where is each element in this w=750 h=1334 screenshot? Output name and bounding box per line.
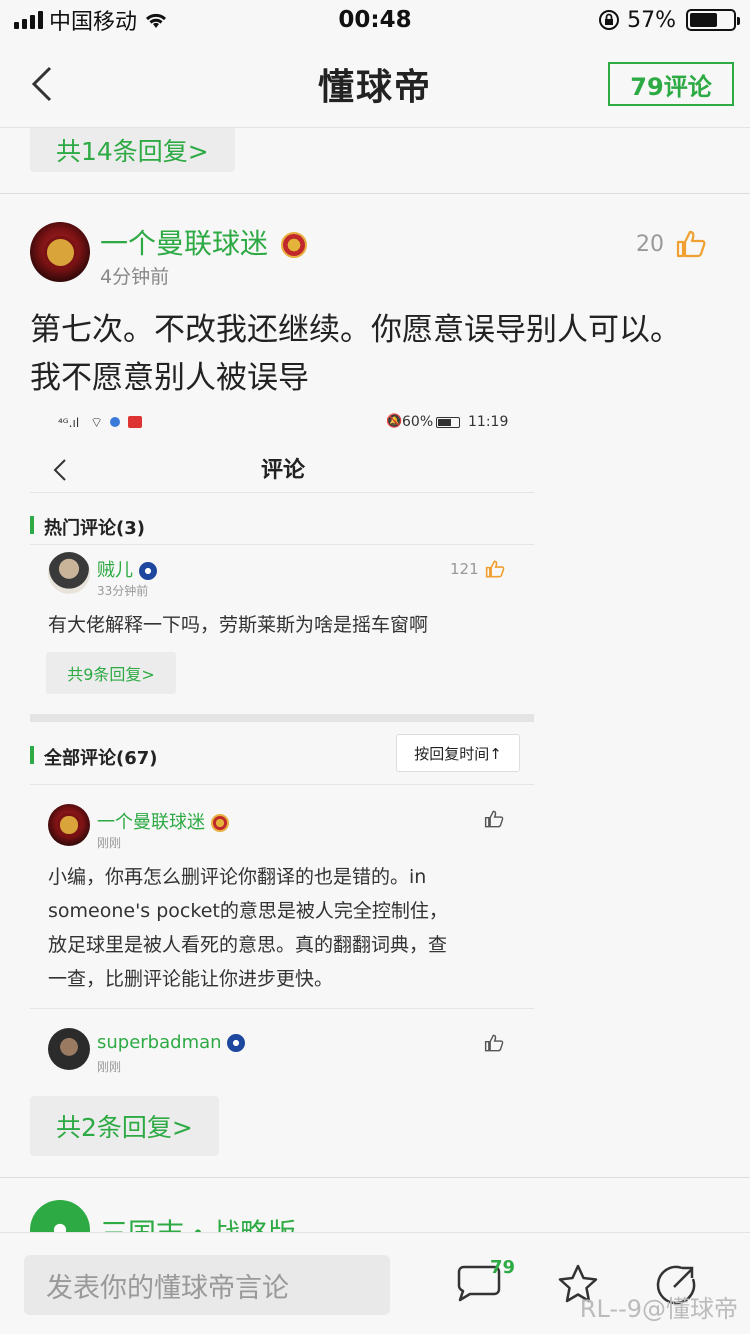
- all-section-label: 全部评论(67): [30, 744, 158, 770]
- divider: [0, 1177, 750, 1178]
- comment-username[interactable]: 一个曼联球迷: [100, 222, 307, 262]
- like-button[interactable]: 121: [450, 560, 505, 578]
- like-count: 20: [636, 231, 664, 257]
- comment2-timestamp: 刚刚: [97, 1060, 122, 1074]
- back-button[interactable]: [24, 64, 64, 104]
- section-separator: [30, 714, 534, 722]
- comment-badge: 79: [490, 1257, 516, 1278]
- reply-count-button[interactable]: 共2条回复>: [30, 1096, 219, 1156]
- comment-text-line: 我不愿意别人被误导: [30, 360, 309, 396]
- embedded-wifi-icon: ⌔: [90, 415, 104, 431]
- hot-reply-count-button[interactable]: 共9条回复>: [46, 652, 176, 694]
- team-badge-icon: [138, 562, 157, 580]
- comments-button[interactable]: 79: [456, 1257, 515, 1307]
- comment1-text: 小编，你再怎么删评论你翻译的也是错的。in someone's pocket的意…: [48, 860, 448, 996]
- avatar[interactable]: [48, 1028, 90, 1070]
- divider: [30, 1008, 534, 1009]
- avatar[interactable]: [48, 804, 90, 846]
- team-badge-icon: [210, 814, 229, 832]
- embedded-battery-percent: 60%: [402, 414, 434, 430]
- wifi-icon: [145, 13, 167, 28]
- embedded-title: 评论: [260, 458, 305, 483]
- comment-text-line: 一查，比删评论能让你进步更快。: [48, 968, 334, 990]
- comment-text: 第七次。不改我还继续。你愿意误导别人可以。 我不愿意别人被误导: [30, 306, 681, 402]
- page-title: 懂球帝: [317, 66, 432, 108]
- embedded-battery-icon: [436, 417, 460, 428]
- clock: 00:48: [338, 7, 412, 33]
- thumb-up-icon: [485, 560, 505, 578]
- comment2-username[interactable]: superbadman: [97, 1032, 246, 1053]
- hot-comment-timestamp: 33分钟前: [97, 584, 149, 598]
- comment-count-button[interactable]: 79评论: [608, 62, 734, 106]
- divider: [30, 544, 534, 545]
- comment-timestamp: 4分钟前: [100, 266, 170, 288]
- divider: [0, 193, 750, 194]
- like-button[interactable]: 20: [636, 230, 706, 258]
- rotation-lock-icon: [599, 10, 620, 30]
- battery-percent: 57%: [627, 7, 676, 33]
- status-bar: 中国移动 00:48 57%: [0, 0, 750, 40]
- comment-text-line: 小编，你再怎么删评论你翻译的也是错的。in: [48, 866, 427, 888]
- thumb-up-icon: [676, 230, 706, 258]
- comment-text-line: someone's pocket的意思是被人完全控制住，: [48, 900, 448, 922]
- divider: [30, 492, 534, 493]
- avatar[interactable]: [30, 222, 90, 282]
- hot-section-label: 热门评论(3): [30, 514, 145, 540]
- team-badge-icon: [227, 1034, 246, 1052]
- embedded-app-icon: [110, 417, 120, 427]
- signal-icon: [14, 11, 43, 29]
- divider: [30, 784, 534, 785]
- thumb-up-icon[interactable]: [484, 1034, 504, 1052]
- carrier-label: 中国移动: [49, 10, 138, 35]
- prev-reply-count-button[interactable]: 共14条回复>: [30, 128, 235, 172]
- watermark: RL--9@懂球帝: [579, 1295, 738, 1323]
- comment-image[interactable]: ⁴ᴳ.ıl ⌔ 🔕 60% 11:19 评论 热门评论(3) 贼儿 33分钟前 …: [30, 402, 536, 1087]
- embedded-signal: ⁴ᴳ.ıl: [58, 416, 80, 430]
- embedded-status-bar: ⁴ᴳ.ıl ⌔ 🔕 60% 11:19: [30, 414, 536, 438]
- battery-icon: [686, 9, 740, 31]
- username-label: 一个曼联球迷: [97, 812, 205, 833]
- comment1-username[interactable]: 一个曼联球迷: [97, 808, 229, 834]
- embedded-mute-icon: 🔕: [386, 414, 403, 429]
- comment-text-line: 放足球里是被人看死的意思。真的翻翻词典，查: [48, 934, 448, 956]
- comment1-timestamp: 刚刚: [97, 836, 122, 850]
- nav-bar: 懂球帝 79评论: [0, 40, 750, 128]
- username-label: superbadman: [97, 1032, 222, 1053]
- sort-button[interactable]: 按回复时间↑: [396, 734, 520, 772]
- hot-comment-username[interactable]: 贼儿: [97, 556, 157, 582]
- embedded-clock: 11:19: [468, 414, 509, 430]
- thumb-up-icon[interactable]: [484, 810, 504, 828]
- like-count: 121: [450, 560, 479, 578]
- username-label: 一个曼联球迷: [100, 227, 269, 260]
- hot-comment-text: 有大佬解释一下吗，劳斯莱斯为啥是摇车窗啊: [48, 614, 429, 636]
- username-label: 贼儿: [97, 560, 133, 581]
- embedded-app-icon: [128, 416, 142, 428]
- team-badge-icon: [280, 232, 307, 258]
- comment-input[interactable]: 发表你的懂球帝言论: [24, 1255, 390, 1315]
- comment-text-line: 第七次。不改我还继续。你愿意误导别人可以。: [30, 312, 681, 348]
- avatar[interactable]: [48, 552, 90, 594]
